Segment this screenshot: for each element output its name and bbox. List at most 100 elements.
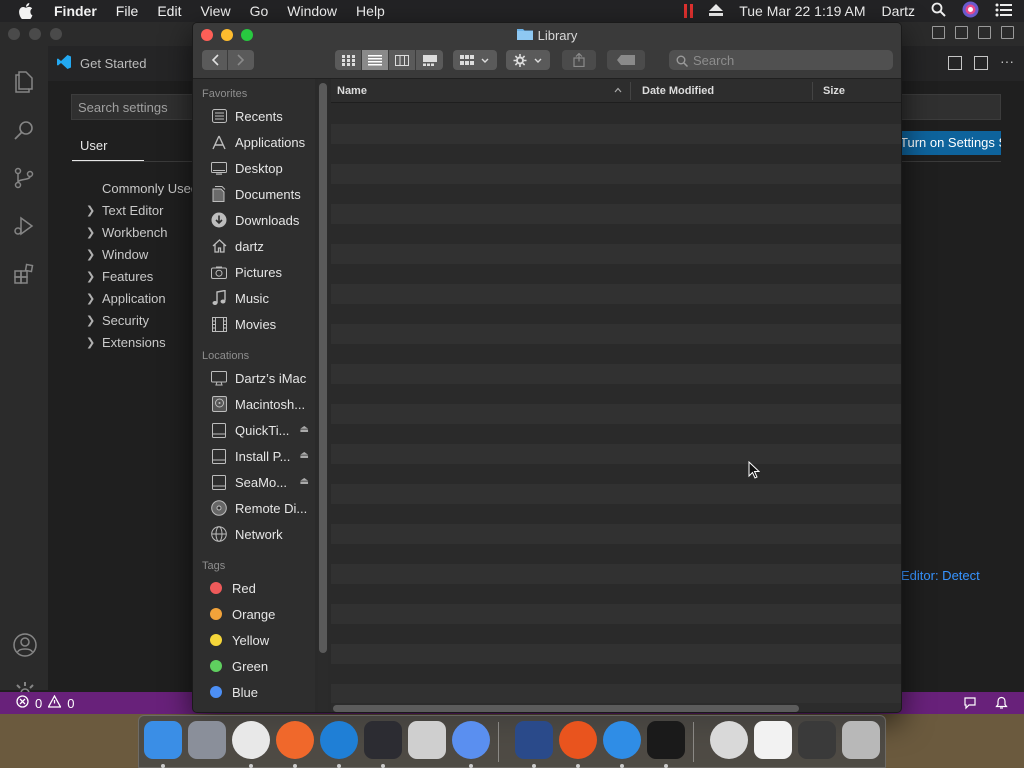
dock-chrome-icon[interactable] [232,721,270,759]
column-divider[interactable] [630,82,631,100]
dock-preview-icon[interactable] [754,721,792,759]
menu-user-name[interactable]: Dartz [882,3,915,19]
menu-clock[interactable]: Tue Mar 22 1:19 AM [739,3,865,19]
eject-icon[interactable]: ⏏ [300,424,309,435]
sidebar-item-recents[interactable]: Recents [193,103,315,129]
feedback-icon[interactable] [963,696,977,713]
toggle-sidebar-icon[interactable] [932,26,945,39]
eject-icon[interactable]: ⏏ [300,476,309,487]
sidebar-item-seamonkey-disk[interactable]: SeaMo... ⏏ [193,469,315,495]
eject-icon[interactable]: ⏏ [300,450,309,461]
sidebar-item-quicktime-disk[interactable]: QuickTi... ⏏ [193,417,315,443]
toc-workbench[interactable]: ❯ Workbench [72,222,212,244]
accounts-icon[interactable] [12,632,37,657]
sidebar-tag-green[interactable]: Green [193,653,315,679]
back-button[interactable] [202,50,228,70]
vscode-minimize-button[interactable] [29,28,41,40]
sidebar-tag-yellow[interactable]: Yellow [193,627,315,653]
dock-vscode-icon[interactable] [364,721,402,759]
dock-no-entry-icon[interactable] [710,721,748,759]
menu-view[interactable]: View [200,3,230,19]
menu-help[interactable]: Help [356,3,385,19]
column-view-button[interactable] [389,50,416,70]
recording-pause-icon[interactable] [684,4,694,18]
search-icon[interactable] [12,118,36,142]
column-divider[interactable] [812,82,813,100]
editor-detect-setting-link[interactable]: Editor: Detect [901,568,980,583]
apple-menu-icon[interactable] [19,3,35,19]
dock-ubuntu-icon[interactable] [559,721,597,759]
sidebar-item-remote-disc[interactable]: Remote Di... [193,495,315,521]
sidebar-item-downloads[interactable]: Downloads [193,207,315,233]
sidebar-item-applications[interactable]: Applications [193,129,315,155]
forward-button[interactable] [228,50,254,70]
sidebar-tag-red[interactable]: Red [193,575,315,601]
horizontal-scroll-thumb[interactable] [333,705,799,712]
vscode-close-button[interactable] [8,28,20,40]
dock-launchpad-icon[interactable] [188,721,226,759]
list-view-button[interactable] [362,50,389,70]
extensions-icon[interactable] [12,262,36,286]
dock-firefox-icon[interactable] [276,721,314,759]
spotlight-icon[interactable] [931,2,946,20]
toc-text-editor[interactable]: ❯ Text Editor [72,200,212,222]
open-settings-json-icon[interactable] [948,56,962,70]
sidebar-item-network[interactable]: Network [193,521,315,547]
horizontal-scrollbar[interactable] [331,703,901,712]
dock-trash-icon[interactable] [842,721,880,759]
sidebar-item-macintosh-hd[interactable]: Macintosh... [193,391,315,417]
split-editor-icon[interactable] [974,56,988,70]
toc-security[interactable]: ❯ Security [72,310,212,332]
sidebar-scrollbar[interactable] [318,79,328,712]
source-control-icon[interactable] [12,166,36,190]
toc-extensions[interactable]: ❯ Extensions [72,332,212,354]
explorer-icon[interactable] [12,70,36,94]
sidebar-item-documents[interactable]: Documents [193,181,315,207]
finder-search-input[interactable]: Search [669,50,893,70]
dock-chromium-icon[interactable] [452,721,490,759]
sidebar-tag-orange[interactable]: Orange [193,601,315,627]
eject-menu-icon[interactable] [709,3,724,19]
menu-go[interactable]: Go [250,3,269,19]
menu-file[interactable]: File [116,3,139,19]
column-header-date-modified[interactable]: Date Modified [642,85,714,97]
menu-window[interactable]: Window [287,3,337,19]
toc-application[interactable]: ❯ Application [72,288,212,310]
notifications-bell-icon[interactable] [995,696,1008,713]
dock-terminal-icon[interactable] [647,721,685,759]
sidebar-tag-blue[interactable]: Blue [193,679,315,705]
sidebar-item-home[interactable]: dartz [193,233,315,259]
column-header-size[interactable]: Size [823,85,845,97]
dock-edge-icon[interactable] [320,721,358,759]
dock-safari-icon[interactable] [603,721,641,759]
edit-tags-button[interactable] [607,50,645,70]
toc-window[interactable]: ❯ Window [72,244,212,266]
dock-finder-icon[interactable] [144,721,182,759]
gallery-view-button[interactable] [416,50,443,70]
dock-disk-utility-pro-icon[interactable] [408,721,446,759]
more-actions-icon[interactable]: ··· [1000,54,1014,70]
toc-features[interactable]: ❯ Features [72,266,212,288]
dock-activity-stack-icon[interactable] [798,721,836,759]
problems-indicator[interactable]: 0 0 [16,694,74,711]
menu-edit[interactable]: Edit [157,3,181,19]
tab-get-started[interactable]: Get Started [56,54,146,73]
share-button[interactable] [562,50,596,70]
dock-system-info-icon[interactable] [515,721,553,759]
sidebar-item-imac[interactable]: Dartz’s iMac [193,365,315,391]
action-gear-button[interactable] [506,50,550,70]
icon-view-button[interactable] [335,50,362,70]
sidebar-item-music[interactable]: Music [193,285,315,311]
run-debug-icon[interactable] [12,214,36,238]
control-center-icon[interactable] [995,3,1012,20]
vscode-zoom-button[interactable] [50,28,62,40]
toggle-panel-icon[interactable] [955,26,968,39]
list-rows[interactable] [331,104,901,704]
toc-commonly-used[interactable]: Commonly Used [72,178,212,200]
sidebar-item-install-disk[interactable]: Install P... ⏏ [193,443,315,469]
customize-layout-icon[interactable] [1001,26,1014,39]
siri-icon[interactable] [962,1,979,21]
sidebar-item-desktop[interactable]: Desktop [193,155,315,181]
column-header-name[interactable]: Name [337,85,367,97]
toggle-secondary-sidebar-icon[interactable] [978,26,991,39]
